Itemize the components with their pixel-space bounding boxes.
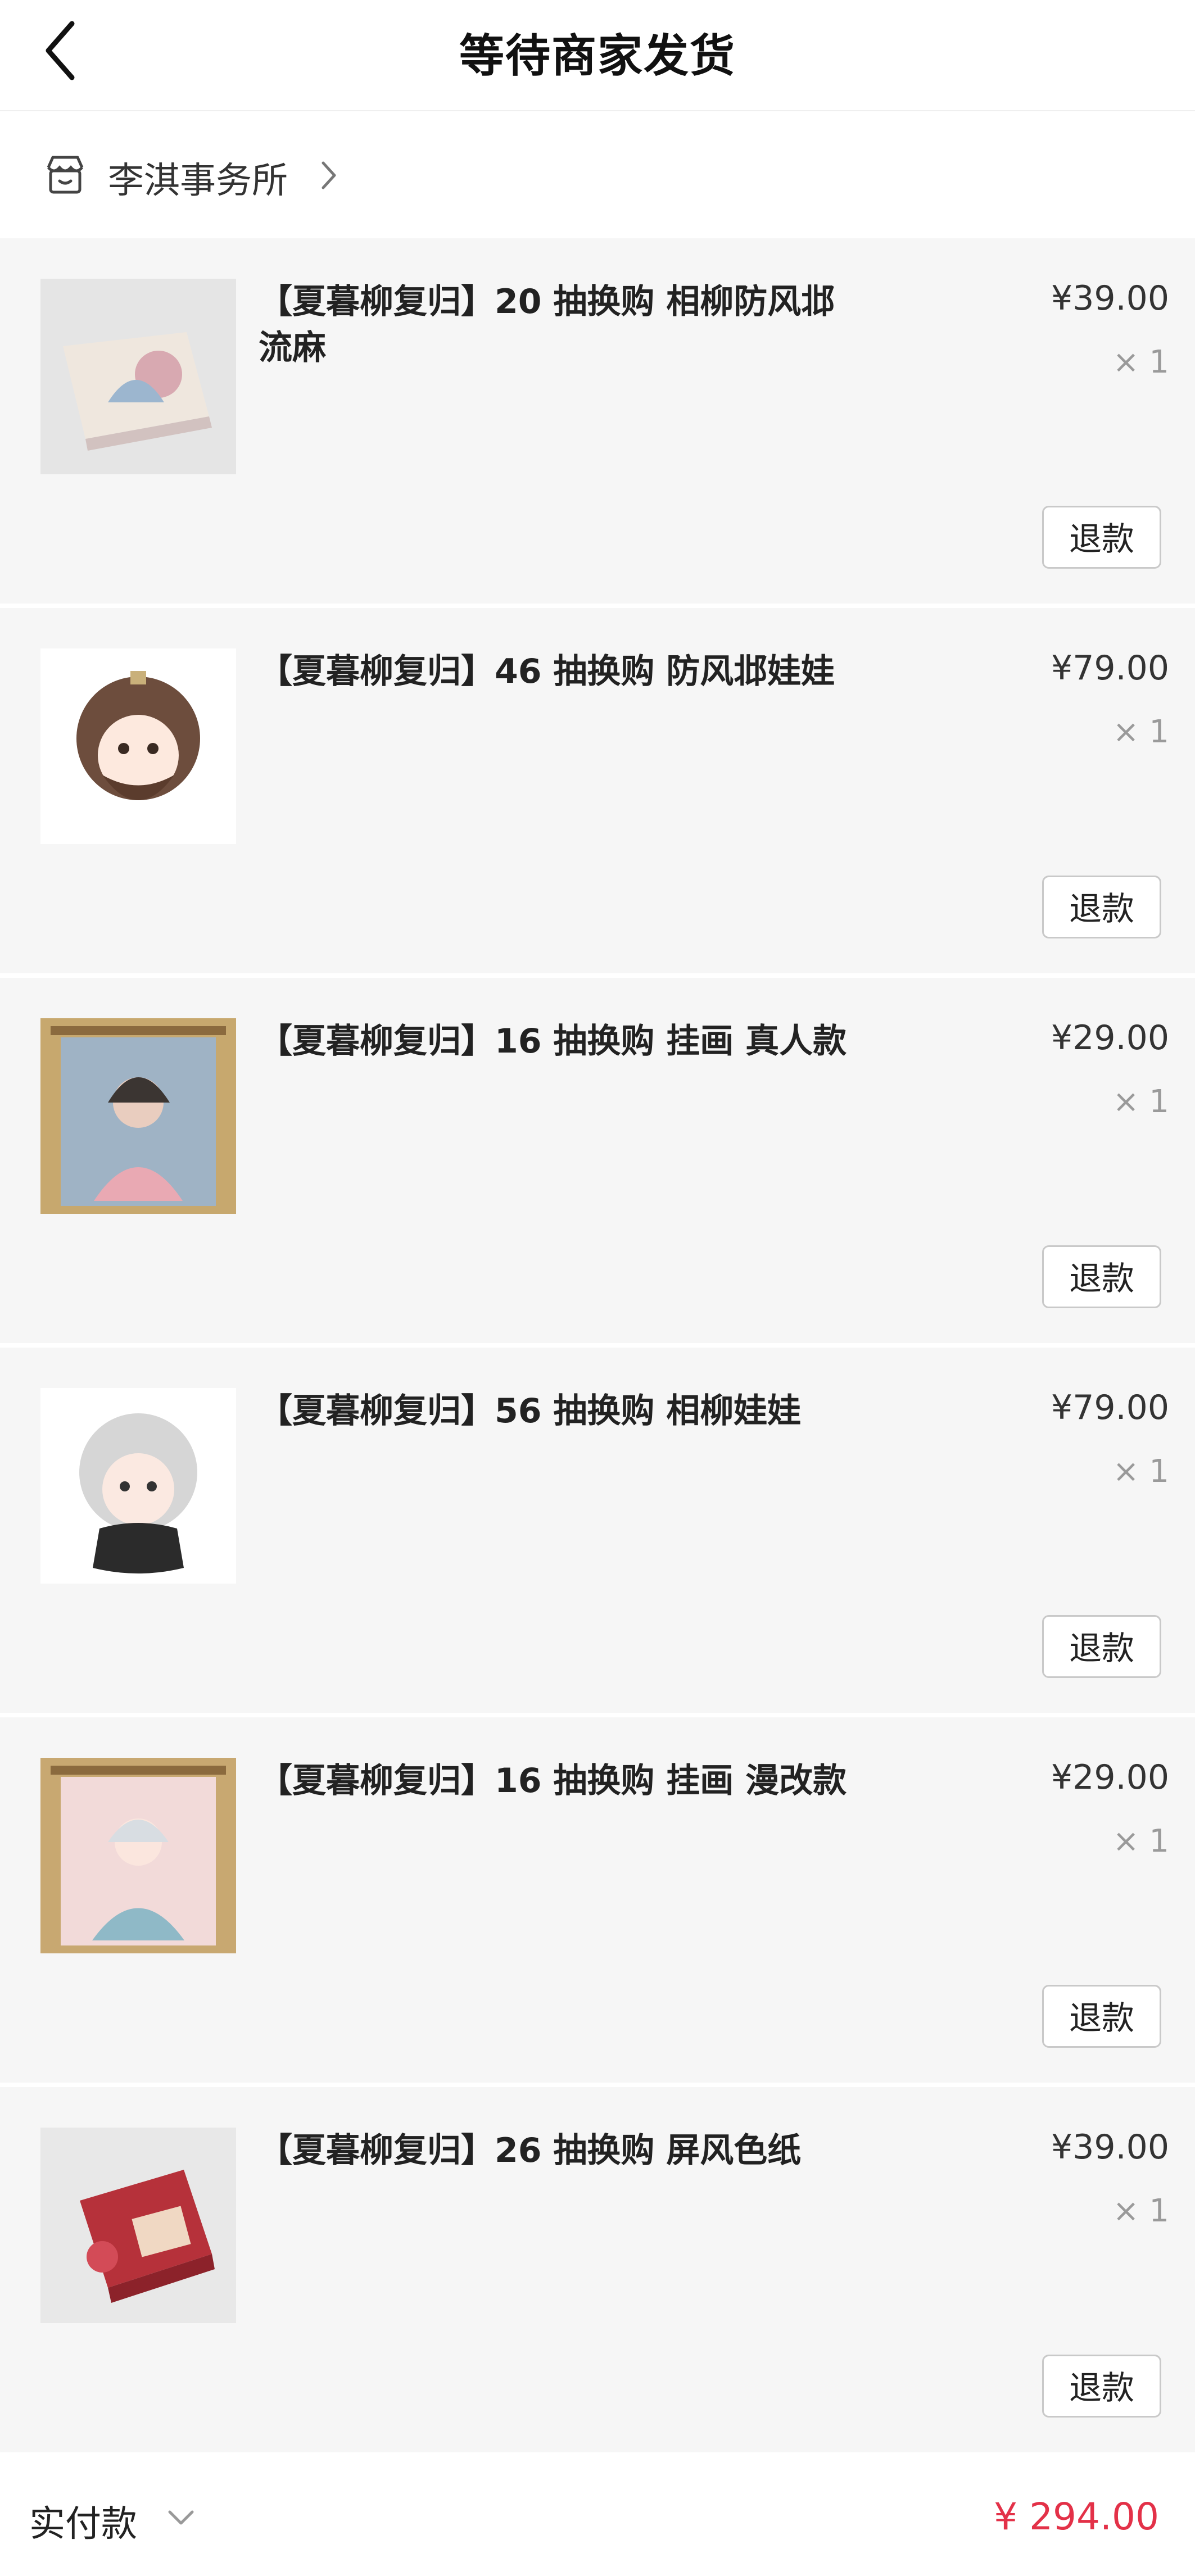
top-navigation-bar: 等待商家发货 <box>0 0 1195 111</box>
product-quantity: × 1 <box>1112 344 1169 380</box>
refund-button[interactable]: 退款 <box>1042 876 1161 938</box>
product-title[interactable]: 【夏暮柳复归】20 抽换购 相柳防风邶流麻 <box>259 279 854 371</box>
product-thumbnail <box>40 2128 236 2323</box>
product-price: ¥29.00 <box>1051 1758 1169 1797</box>
product-price: ¥39.00 <box>1051 2128 1169 2167</box>
product-title[interactable]: 【夏暮柳复归】46 抽换购 防风邶娃娃 <box>259 648 854 695</box>
product-price: ¥39.00 <box>1051 279 1169 318</box>
chevron-down-icon[interactable] <box>165 2506 197 2529</box>
payment-summary: 实付款 ¥ 294.00 <box>0 2464 1195 2576</box>
product-quantity: × 1 <box>1112 714 1169 750</box>
product-thumbnail <box>40 1388 236 1584</box>
order-item: 【夏暮柳复归】20 抽换购 相柳防风邶流麻 ¥39.00 × 1 退款 <box>0 236 1195 604</box>
product-thumbnail <box>40 279 236 474</box>
product-quantity: × 1 <box>1112 1823 1169 1860</box>
total-amount: ¥ 294.00 <box>994 2495 1159 2538</box>
refund-button[interactable]: 退款 <box>1042 1245 1161 1308</box>
refund-button[interactable]: 退款 <box>1042 2355 1161 2418</box>
order-item: 【夏暮柳复归】16 抽换购 挂画 漫改款 ¥29.00 × 1 退款 <box>0 1715 1195 2083</box>
product-thumbnail <box>40 1758 236 1953</box>
product-quantity: × 1 <box>1112 2193 1169 2229</box>
product-quantity: × 1 <box>1112 1453 1169 1490</box>
chevron-right-icon <box>322 161 336 189</box>
order-item: 【夏暮柳复归】46 抽换购 防风邶娃娃 ¥79.00 × 1 退款 <box>0 606 1195 973</box>
product-title[interactable]: 【夏暮柳复归】56 抽换购 相柳娃娃 <box>259 1388 854 1434</box>
order-item: 【夏暮柳复归】56 抽换购 相柳娃娃 ¥79.00 × 1 退款 <box>0 1345 1195 1713</box>
order-item: 【夏暮柳复归】16 抽换购 挂画 真人款 ¥29.00 × 1 退款 <box>0 976 1195 1343</box>
product-title[interactable]: 【夏暮柳复归】16 抽换购 挂画 漫改款 <box>259 1758 854 1804</box>
refund-button[interactable]: 退款 <box>1042 506 1161 569</box>
shop-icon <box>47 156 84 194</box>
paid-amount-label[interactable]: 实付款 <box>29 2495 137 2547</box>
shop-row[interactable]: 李淇事务所 <box>0 111 1195 235</box>
page-title: 等待商家发货 <box>459 30 736 82</box>
product-price: ¥79.00 <box>1051 648 1169 688</box>
shop-name: 李淇事务所 <box>108 160 288 202</box>
product-price: ¥29.00 <box>1051 1018 1169 1058</box>
order-item: 【夏暮柳复归】26 抽换购 屏风色纸 ¥39.00 × 1 退款 <box>0 2085 1195 2452</box>
product-quantity: × 1 <box>1112 1083 1169 1120</box>
refund-button[interactable]: 退款 <box>1042 1615 1161 1678</box>
product-title[interactable]: 【夏暮柳复归】16 抽换购 挂画 真人款 <box>259 1018 854 1064</box>
product-thumbnail <box>40 648 236 844</box>
refund-button[interactable]: 退款 <box>1042 1985 1161 2048</box>
product-thumbnail <box>40 1018 236 1214</box>
product-title[interactable]: 【夏暮柳复归】26 抽换购 屏风色纸 <box>259 2128 854 2174</box>
product-price: ¥79.00 <box>1051 1388 1169 1427</box>
